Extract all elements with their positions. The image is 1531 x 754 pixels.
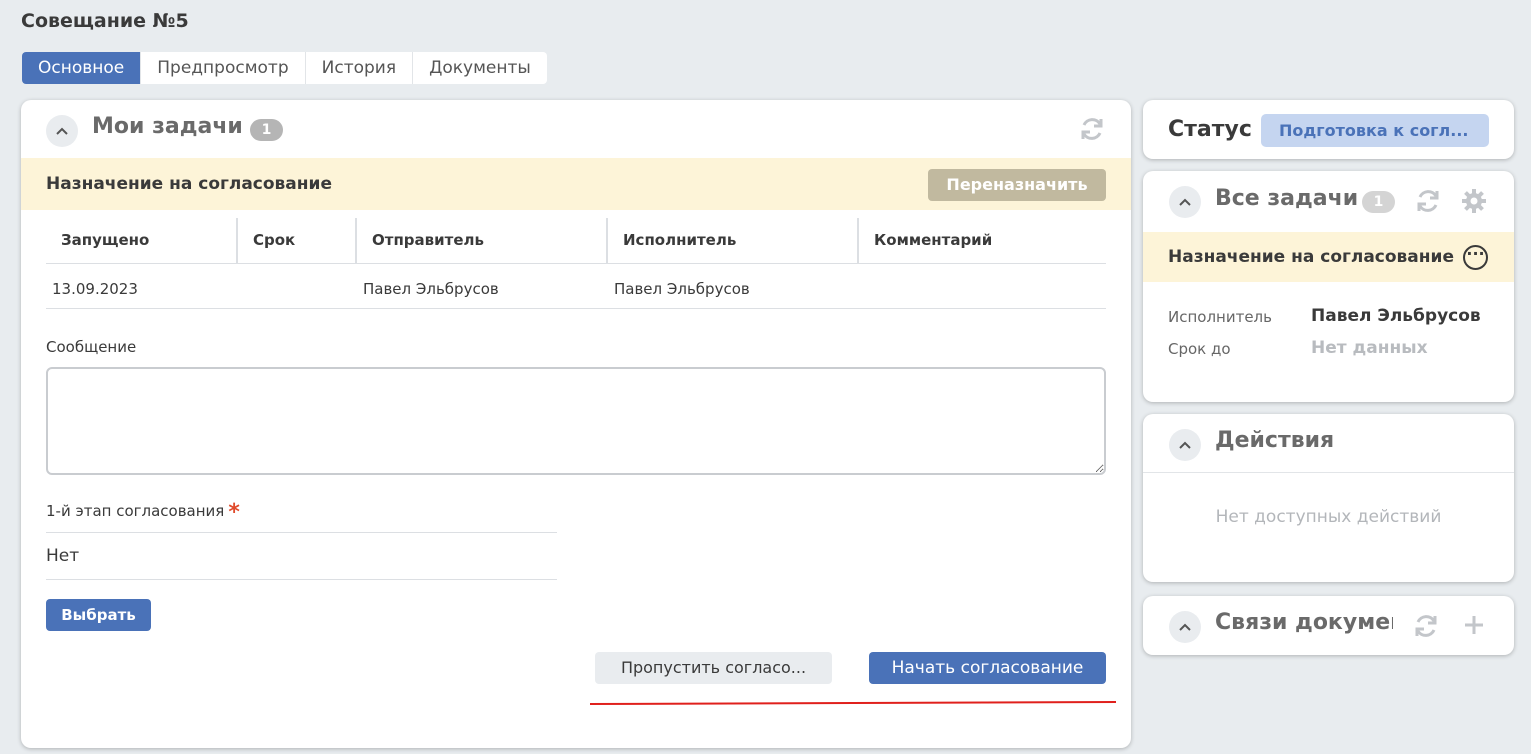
message-label: Сообщение	[46, 338, 137, 356]
cell-started: 13.09.2023	[52, 280, 138, 298]
gear-icon	[1462, 189, 1486, 213]
task-header-band: Назначение на согласование ···	[1143, 232, 1514, 282]
choose-button[interactable]: Выбрать	[46, 599, 151, 631]
chevron-up-icon	[1179, 441, 1191, 449]
refresh-icon	[1415, 615, 1437, 637]
task-title: Назначение на согласование	[1168, 247, 1454, 267]
table-header: Запущено Срок Отправитель Исполнитель Ко…	[46, 218, 1106, 264]
status-badge: Подготовка к согл...	[1261, 114, 1489, 147]
status-label: Статус	[1168, 117, 1252, 142]
column-header-sender: Отправитель	[355, 218, 606, 263]
all-tasks-title: Все задачи	[1215, 186, 1359, 211]
actions-title: Действия	[1215, 428, 1335, 453]
stage-label: 1-й этап согласования *	[46, 500, 240, 525]
actions-card: Действия Нет доступных действий	[1143, 414, 1514, 582]
column-header-executor: Исполнитель	[606, 218, 857, 263]
document-links-title: Связи докумен	[1215, 610, 1393, 635]
cell-executor: Павел Эльбрусов	[614, 280, 750, 298]
chevron-up-icon	[1179, 198, 1191, 206]
tab-main[interactable]: Основное	[22, 52, 142, 84]
refresh-icon	[1417, 190, 1439, 212]
task-title: Назначение на согласование	[46, 174, 332, 194]
my-tasks-card: Мои задачи 1 Назначение на согласование …	[21, 100, 1131, 748]
collapse-button[interactable]	[1169, 186, 1201, 218]
refresh-button[interactable]	[1079, 116, 1105, 147]
start-approval-button[interactable]: Начать согласование	[869, 652, 1106, 684]
plus-icon	[1465, 616, 1483, 634]
required-marker: *	[228, 500, 240, 525]
tab-preview[interactable]: Предпросмотр	[141, 52, 306, 84]
collapse-button[interactable]	[1169, 429, 1201, 461]
actions-empty-text: Нет доступных действий	[1215, 507, 1442, 527]
stage-label-text: 1-й этап согласования	[46, 502, 225, 520]
my-tasks-count-badge: 1	[250, 119, 283, 141]
tab-bar: Основное Предпросмотр История Документы	[22, 52, 547, 84]
tab-history[interactable]: История	[306, 52, 414, 84]
my-tasks-title: Мои задачи	[92, 114, 243, 139]
all-tasks-count-badge: 1	[1362, 191, 1395, 213]
stage-value: Нет	[46, 532, 557, 580]
skip-approval-button[interactable]: Пропустить согласо...	[595, 652, 832, 684]
refresh-icon	[1081, 118, 1103, 140]
status-card: Статус Подготовка к согл...	[1143, 100, 1514, 159]
task-header-band: Назначение на согласование Переназначить	[21, 158, 1131, 210]
refresh-button[interactable]	[1415, 188, 1441, 219]
chevron-up-icon	[1179, 623, 1191, 631]
executor-key: Исполнитель	[1168, 308, 1272, 326]
column-header-started: Запущено	[61, 231, 150, 249]
collapse-button[interactable]	[1169, 611, 1201, 643]
reassign-button[interactable]: Переназначить	[928, 169, 1106, 201]
page-title: Совещание №5	[21, 10, 189, 32]
column-header-deadline: Срок	[236, 218, 355, 263]
tab-documents[interactable]: Документы	[413, 52, 547, 84]
annotation-underline	[590, 701, 1116, 705]
chevron-up-icon	[56, 127, 68, 135]
executor-value: Павел Эльбрусов	[1311, 306, 1481, 326]
document-links-card: Связи докумен	[1143, 596, 1514, 655]
settings-button[interactable]	[1461, 188, 1487, 219]
cell-sender: Павел Эльбрусов	[363, 280, 499, 298]
more-horizontal-icon[interactable]: ···	[1463, 245, 1488, 270]
deadline-key: Срок до	[1168, 340, 1231, 358]
table-row[interactable]: 13.09.2023 Павел Эльбрусов Павел Эльбрус…	[46, 264, 1106, 309]
divider	[1143, 472, 1514, 473]
deadline-value: Нет данных	[1311, 338, 1428, 358]
add-link-button[interactable]	[1462, 613, 1486, 642]
refresh-button[interactable]	[1413, 613, 1439, 644]
message-textarea[interactable]	[46, 367, 1106, 475]
column-header-comment: Комментарий	[857, 218, 1106, 263]
all-tasks-card: Все задачи 1 Назначение на согласование …	[1143, 171, 1514, 402]
task-table: Запущено Срок Отправитель Исполнитель Ко…	[46, 218, 1106, 309]
collapse-button[interactable]	[46, 115, 78, 147]
